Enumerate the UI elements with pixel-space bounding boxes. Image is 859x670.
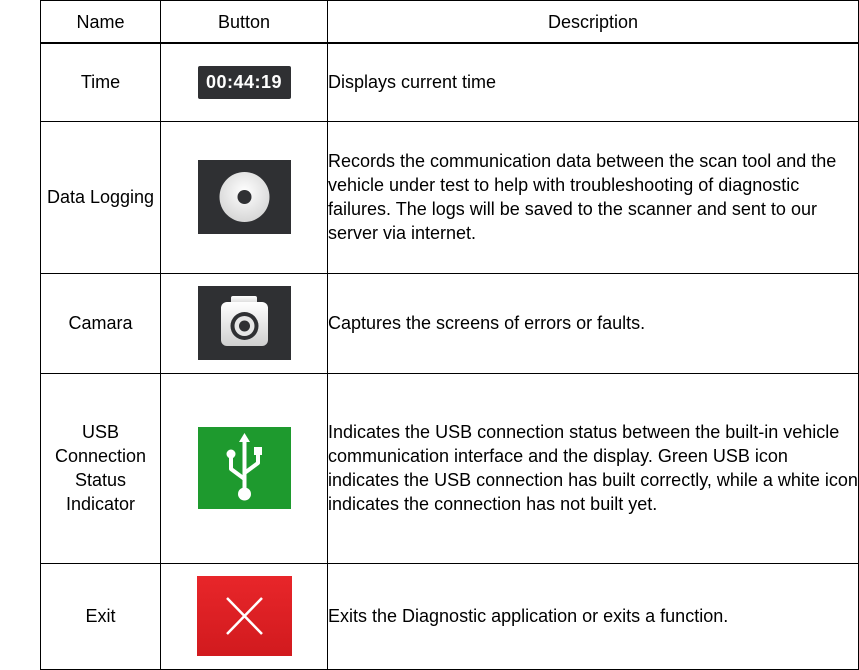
row-button-cell (160, 120, 328, 274)
row-description-time: Displays current time (327, 42, 859, 122)
row-description-exit: Exits the Diagnostic application or exit… (327, 562, 859, 670)
row-name-time: Time (40, 42, 161, 122)
header-description: Description (327, 0, 859, 44)
table-row: USB Connection Status Indicator Indicate… (40, 372, 859, 564)
header-button: Button (160, 0, 328, 44)
record-icon[interactable] (197, 160, 291, 234)
row-description-camara: Captures the screens of errors or faults… (327, 272, 859, 374)
row-name-usb: USB Connection Status Indicator (40, 372, 161, 564)
row-button-cell (160, 272, 328, 374)
table-header-row: Name Button Description (40, 0, 859, 44)
header-name: Name (40, 0, 161, 44)
usb-icon[interactable] (197, 427, 291, 509)
clock-display-icon[interactable]: 00:44:19 (197, 65, 291, 99)
camera-icon[interactable] (197, 286, 291, 360)
row-name-data-logging: Data Logging (40, 120, 161, 274)
row-name-camara: Camara (40, 272, 161, 374)
row-description-usb: Indicates the USB connection status betw… (327, 372, 859, 564)
exit-x-icon[interactable] (196, 576, 292, 656)
table-row: Exit Exits the Diagnostic application or… (40, 562, 859, 670)
table-row: Camara Captures the screens of errors or… (40, 272, 859, 374)
row-name-exit: Exit (40, 562, 161, 670)
row-button-cell: 00:44:19 (160, 42, 328, 122)
table-row: Data Logging Records the communication d… (40, 120, 859, 274)
row-button-cell (160, 562, 328, 670)
table-row: Time 00:44:19 Displays current time (40, 42, 859, 122)
row-button-cell (160, 372, 328, 564)
button-reference-table: Name Button Description Time 00:44:19 Di… (40, 0, 859, 670)
row-description-data-logging: Records the communication data between t… (327, 120, 859, 274)
